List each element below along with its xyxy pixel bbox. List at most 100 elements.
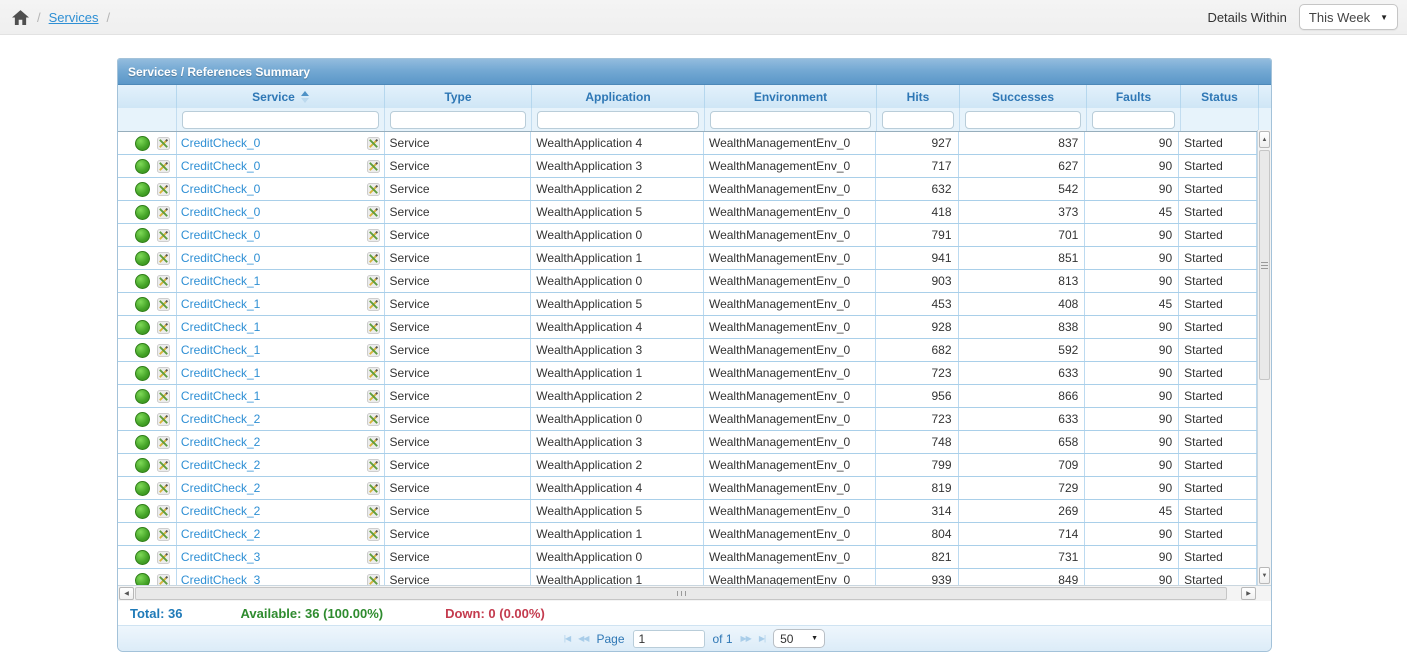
- edit-tools-icon[interactable]: [157, 459, 170, 472]
- service-tools-icon[interactable]: [367, 528, 380, 541]
- edit-tools-icon[interactable]: [157, 528, 170, 541]
- edit-tools-icon[interactable]: [157, 275, 170, 288]
- header-hits[interactable]: Hits: [877, 85, 960, 108]
- service-tools-icon[interactable]: [367, 137, 380, 150]
- filter-application-input[interactable]: [537, 111, 699, 129]
- edit-tools-icon[interactable]: [157, 206, 170, 219]
- horizontal-scroll-thumb[interactable]: [135, 587, 1227, 600]
- service-tools-icon[interactable]: [367, 505, 380, 518]
- edit-tools-icon[interactable]: [157, 252, 170, 265]
- service-tools-icon[interactable]: [367, 482, 380, 495]
- filter-type-input[interactable]: [390, 111, 526, 129]
- scroll-right-button[interactable]: ▶: [1241, 587, 1256, 600]
- breadcrumb-link-services[interactable]: Services: [49, 10, 99, 25]
- table-row[interactable]: CreditCheck_1 Service WealthApplication …: [118, 339, 1257, 362]
- scroll-down-button[interactable]: ▼: [1259, 567, 1270, 584]
- edit-tools-icon[interactable]: [157, 505, 170, 518]
- filter-service-input[interactable]: [182, 111, 379, 129]
- service-link[interactable]: CreditCheck_2: [181, 504, 260, 518]
- service-link[interactable]: CreditCheck_0: [181, 251, 260, 265]
- table-row[interactable]: CreditCheck_0 Service WealthApplication …: [118, 178, 1257, 201]
- service-tools-icon[interactable]: [367, 459, 380, 472]
- service-link[interactable]: CreditCheck_2: [181, 412, 260, 426]
- table-row[interactable]: CreditCheck_2 Service WealthApplication …: [118, 431, 1257, 454]
- service-link[interactable]: CreditCheck_3: [181, 573, 260, 585]
- service-tools-icon[interactable]: [367, 206, 380, 219]
- service-link[interactable]: CreditCheck_0: [181, 159, 260, 173]
- header-type[interactable]: Type: [385, 85, 532, 108]
- table-row[interactable]: CreditCheck_0 Service WealthApplication …: [118, 155, 1257, 178]
- header-application[interactable]: Application: [532, 85, 705, 108]
- details-within-select[interactable]: This Week ▼: [1299, 4, 1398, 30]
- service-link[interactable]: CreditCheck_1: [181, 274, 260, 288]
- table-row[interactable]: CreditCheck_2 Service WealthApplication …: [118, 500, 1257, 523]
- table-row[interactable]: CreditCheck_2 Service WealthApplication …: [118, 477, 1257, 500]
- filter-hits-input[interactable]: [882, 111, 954, 129]
- scroll-up-button[interactable]: ▲: [1259, 131, 1270, 148]
- header-faults[interactable]: Faults: [1087, 85, 1181, 108]
- service-link[interactable]: CreditCheck_0: [181, 228, 260, 242]
- vertical-scroll-thumb[interactable]: [1259, 150, 1270, 380]
- table-row[interactable]: CreditCheck_0 Service WealthApplication …: [118, 224, 1257, 247]
- filter-successes-input[interactable]: [965, 111, 1081, 129]
- edit-tools-icon[interactable]: [157, 137, 170, 150]
- service-tools-icon[interactable]: [367, 321, 380, 334]
- scroll-left-button[interactable]: ◀: [119, 587, 134, 600]
- service-tools-icon[interactable]: [367, 413, 380, 426]
- page-size-select[interactable]: 50 ▼: [773, 629, 825, 648]
- service-tools-icon[interactable]: [367, 574, 380, 586]
- edit-tools-icon[interactable]: [157, 551, 170, 564]
- service-link[interactable]: CreditCheck_2: [181, 458, 260, 472]
- table-row[interactable]: CreditCheck_2 Service WealthApplication …: [118, 454, 1257, 477]
- edit-tools-icon[interactable]: [157, 160, 170, 173]
- service-link[interactable]: CreditCheck_0: [181, 136, 260, 150]
- service-link[interactable]: CreditCheck_2: [181, 527, 260, 541]
- service-link[interactable]: CreditCheck_1: [181, 366, 260, 380]
- previous-page-icon[interactable]: ◀◀: [578, 634, 588, 643]
- service-tools-icon[interactable]: [367, 367, 380, 380]
- service-link[interactable]: CreditCheck_1: [181, 320, 260, 334]
- edit-tools-icon[interactable]: [157, 298, 170, 311]
- edit-tools-icon[interactable]: [157, 413, 170, 426]
- table-row[interactable]: CreditCheck_0 Service WealthApplication …: [118, 201, 1257, 224]
- service-tools-icon[interactable]: [367, 551, 380, 564]
- service-link[interactable]: CreditCheck_0: [181, 205, 260, 219]
- table-row[interactable]: CreditCheck_1 Service WealthApplication …: [118, 362, 1257, 385]
- home-icon[interactable]: [12, 10, 29, 25]
- table-row[interactable]: CreditCheck_3 Service WealthApplication …: [118, 546, 1257, 569]
- edit-tools-icon[interactable]: [157, 390, 170, 403]
- edit-tools-icon[interactable]: [157, 321, 170, 334]
- horizontal-scrollbar[interactable]: ◀ ▶: [118, 585, 1271, 601]
- service-tools-icon[interactable]: [367, 298, 380, 311]
- table-row[interactable]: CreditCheck_2 Service WealthApplication …: [118, 408, 1257, 431]
- service-link[interactable]: CreditCheck_0: [181, 182, 260, 196]
- edit-tools-icon[interactable]: [157, 574, 170, 586]
- service-link[interactable]: CreditCheck_1: [181, 389, 260, 403]
- header-status[interactable]: Status: [1181, 85, 1259, 108]
- edit-tools-icon[interactable]: [157, 436, 170, 449]
- service-tools-icon[interactable]: [367, 252, 380, 265]
- next-page-icon[interactable]: ▶▶: [741, 634, 751, 643]
- table-row[interactable]: CreditCheck_1 Service WealthApplication …: [118, 270, 1257, 293]
- table-row[interactable]: CreditCheck_2 Service WealthApplication …: [118, 523, 1257, 546]
- filter-faults-input[interactable]: [1092, 111, 1175, 129]
- service-tools-icon[interactable]: [367, 229, 380, 242]
- service-tools-icon[interactable]: [367, 390, 380, 403]
- header-environment[interactable]: Environment: [705, 85, 877, 108]
- table-row[interactable]: CreditCheck_1 Service WealthApplication …: [118, 293, 1257, 316]
- header-service[interactable]: Service: [177, 85, 385, 108]
- table-row[interactable]: CreditCheck_0 Service WealthApplication …: [118, 132, 1257, 155]
- last-page-icon[interactable]: ▶|: [759, 634, 765, 643]
- service-tools-icon[interactable]: [367, 436, 380, 449]
- table-row[interactable]: CreditCheck_1 Service WealthApplication …: [118, 316, 1257, 339]
- filter-environment-input[interactable]: [710, 111, 871, 129]
- table-row[interactable]: CreditCheck_0 Service WealthApplication …: [118, 247, 1257, 270]
- table-row[interactable]: CreditCheck_3 Service WealthApplication …: [118, 569, 1257, 585]
- table-row[interactable]: CreditCheck_1 Service WealthApplication …: [118, 385, 1257, 408]
- edit-tools-icon[interactable]: [157, 344, 170, 357]
- service-tools-icon[interactable]: [367, 160, 380, 173]
- service-link[interactable]: CreditCheck_1: [181, 297, 260, 311]
- edit-tools-icon[interactable]: [157, 367, 170, 380]
- service-tools-icon[interactable]: [367, 344, 380, 357]
- edit-tools-icon[interactable]: [157, 183, 170, 196]
